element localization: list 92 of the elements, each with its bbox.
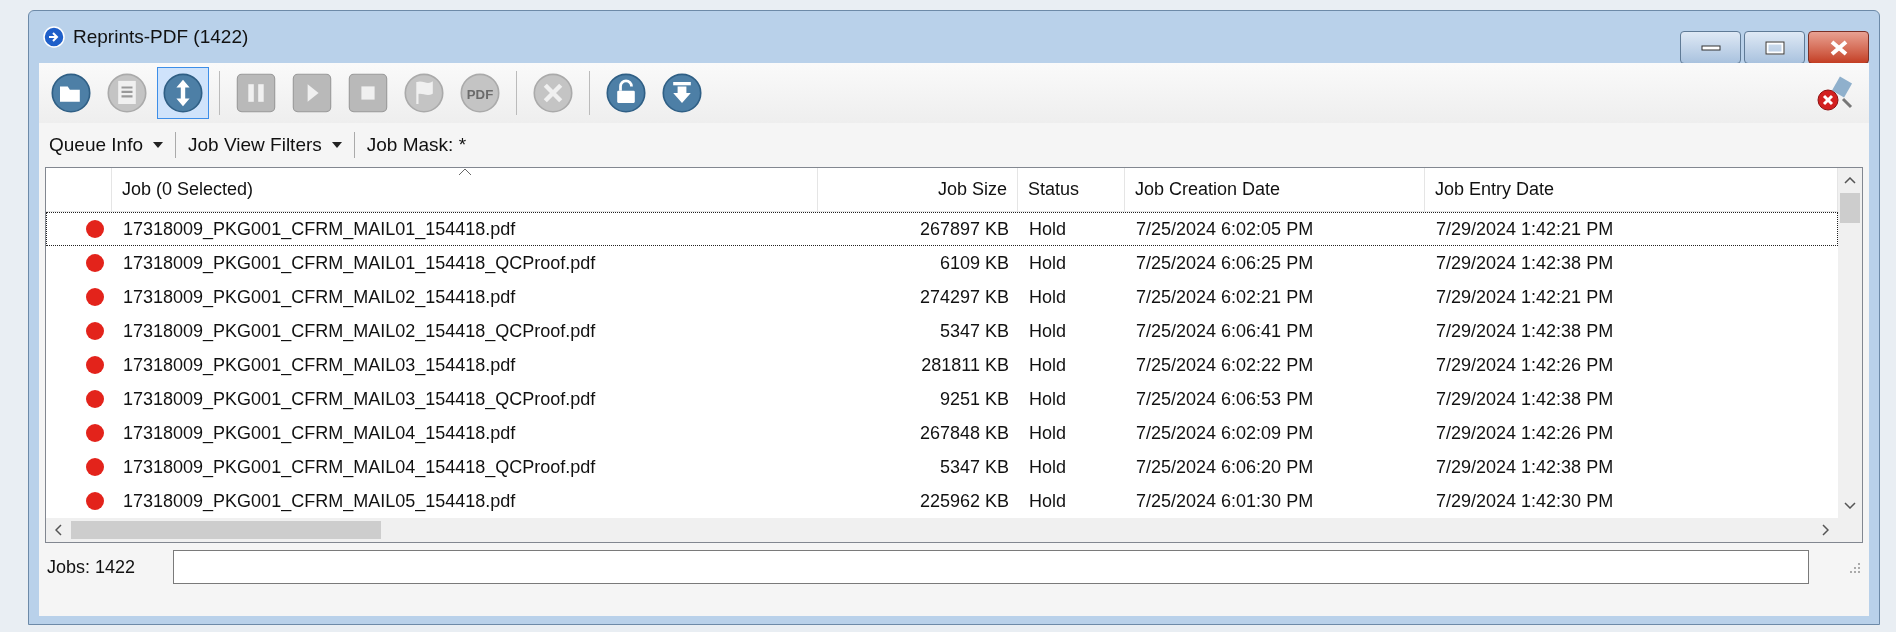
table-row[interactable]: 17318009_PKG001_CFRM_MAIL02_154418_QCProof.pdf 5347 KB Hold 7/25/2024 6:06:41 PM 7/29/2024 1:42:38 PM	[46, 314, 1838, 348]
table-row[interactable]: 17318009_PKG001_CFRM_MAIL01_154418_QCProof.pdf 6109 KB Hold 7/25/2024 6:06:25 PM 7/29/2024 1:42:38 PM	[46, 246, 1838, 280]
table-row[interactable]: 17318009_PKG001_CFRM_MAIL02_154418.pdf 274297 KB Hold 7/25/2024 6:02:21 PM 7/29/2024 1:42:21 PM	[46, 280, 1838, 314]
table-cell-text: 7/29/2024 1:42:38 PM	[1435, 319, 1615, 343]
document-icon	[105, 71, 149, 115]
table-cell-text: 17318009_PKG001_CFRM_MAIL02_154418.pdf	[122, 285, 517, 310]
table-cell-text: Hold	[1028, 251, 1068, 275]
minimize-button[interactable]	[1680, 31, 1741, 64]
table-cell-text: 17318009_PKG001_CFRM_MAIL05_154418.pdf	[122, 489, 517, 514]
table-cell-text: 7/29/2024 1:42:38 PM	[1435, 455, 1615, 479]
flag-icon	[402, 71, 446, 115]
caret-icon	[331, 142, 342, 148]
table-cell-text: 9251 KB	[938, 387, 1010, 411]
table-cell-text: 5347 KB	[938, 455, 1010, 479]
table-cell-text: 7/25/2024 6:02:05 PM	[1135, 217, 1315, 241]
table-cell-text: 7/29/2024 1:42:26 PM	[1435, 421, 1615, 445]
table-row[interactable]: 17318009_PKG001_CFRM_MAIL04_154418_QCProof.pdf 5347 KB Hold 7/25/2024 6:06:20 PM 7/29/2024 1:42:38 PM	[46, 450, 1838, 484]
column-header[interactable]: Status	[1018, 168, 1125, 211]
scroll-up-icon	[1844, 177, 1856, 184]
table-cell-text: 17318009_PKG001_CFRM_MAIL04_154418.pdf	[122, 421, 517, 446]
table-cell-text: 274297 KB	[918, 285, 1010, 309]
table-cell-text: 17318009_PKG001_CFRM_MAIL03_154418.pdf	[122, 353, 517, 378]
close-icon	[1828, 39, 1849, 56]
table-cell-text: 5347 KB	[938, 319, 1010, 343]
horizontal-scrollbar[interactable]	[46, 518, 1862, 542]
table-cell-text: 225962 KB	[918, 489, 1010, 513]
column-header[interactable]: Job Size	[818, 168, 1018, 211]
table-cell-text: 7/29/2024 1:42:26 PM	[1435, 353, 1615, 377]
dropdown-menu[interactable]: Job View Filters	[184, 130, 346, 160]
table-cell-text: 281811 KB	[920, 353, 1010, 377]
resize-grip-icon[interactable]	[1847, 560, 1861, 574]
table-cell-text: 6109 KB	[938, 251, 1010, 275]
table-cell-text: 7/29/2024 1:42:38 PM	[1435, 387, 1615, 411]
table-cell-text: 7/25/2024 6:06:25 PM	[1135, 251, 1315, 275]
table-cell-text: 17318009_PKG001_CFRM_MAIL02_154418_QCProof.pdf	[122, 319, 597, 344]
table-cell-text: Hold	[1028, 421, 1068, 445]
table-cell-text: Hold	[1028, 387, 1068, 411]
table-cell-text: 7/25/2024 6:02:22 PM	[1135, 353, 1315, 377]
column-header[interactable]: Job (0 Selected)	[112, 168, 818, 211]
window-title: Reprints-PDF (1422)	[73, 24, 249, 49]
table-cell-text: 7/25/2024 6:02:21 PM	[1135, 285, 1315, 309]
play-icon	[290, 71, 334, 115]
toolbar-button[interactable]	[157, 67, 209, 119]
jobs-count-label: Jobs: 1422	[47, 555, 136, 579]
unlock-icon	[604, 71, 648, 115]
minimize-icon	[1700, 44, 1721, 51]
table-cell-text: 17318009_PKG001_CFRM_MAIL01_154418_QCProof.pdf	[122, 251, 597, 276]
table-cell-text: 7/25/2024 6:02:09 PM	[1135, 421, 1315, 445]
caret-icon	[153, 142, 164, 148]
table-cell-text: 7/25/2024 6:06:41 PM	[1135, 319, 1315, 343]
column-header[interactable]: Job Creation Date	[1125, 168, 1425, 211]
scroll-down-icon	[1844, 502, 1856, 509]
table-cell-text: 7/25/2024 6:06:53 PM	[1135, 387, 1315, 411]
table-row[interactable]: 17318009_PKG001_CFRM_MAIL01_154418.pdf 267897 KB Hold 7/25/2024 6:02:05 PM 7/29/2024 1:42:21 PM	[46, 212, 1838, 246]
table-cell-text: 267848 KB	[918, 421, 1010, 445]
table-cell-text: Hold	[1028, 455, 1068, 479]
vertical-scrollbar[interactable]	[1838, 168, 1862, 518]
table-cell-text: Hold	[1028, 319, 1068, 343]
table-cell-text: 7/29/2024 1:42:38 PM	[1435, 251, 1615, 275]
close-button[interactable]	[1808, 31, 1869, 64]
table-cell-text: Hold	[1028, 489, 1068, 513]
scroll-thumb[interactable]	[71, 521, 381, 539]
pause-icon	[234, 71, 278, 115]
app-icon	[43, 26, 65, 48]
status-input-field[interactable]	[173, 550, 1809, 584]
scroll-right-icon	[1822, 524, 1829, 536]
table-row[interactable]: 17318009_PKG001_CFRM_MAIL05_154418.pdf 225962 KB Hold 7/25/2024 6:01:30 PM 7/29/2024 1:42:30 PM	[46, 484, 1838, 518]
table-row[interactable]: 17318009_PKG001_CFRM_MAIL03_154418_QCProof.pdf 9251 KB Hold 7/25/2024 6:06:53 PM 7/29/2024 1:42:38 PM	[46, 382, 1838, 416]
table-cell-text: Hold	[1028, 217, 1068, 241]
table-cell-text: 7/29/2024 1:42:21 PM	[1435, 285, 1615, 309]
maximize-icon	[1764, 40, 1785, 55]
table-cell-text: 7/25/2024 6:06:20 PM	[1135, 455, 1315, 479]
dropdown-menu[interactable]: Queue Info	[45, 130, 168, 160]
stop-icon	[346, 71, 390, 115]
table-cell-text: 7/29/2024 1:42:21 PM	[1435, 217, 1615, 241]
table-cell-text: 17318009_PKG001_CFRM_MAIL03_154418_QCProof.pdf	[122, 387, 597, 412]
cancel-icon	[531, 71, 575, 115]
table-row[interactable]: 17318009_PKG001_CFRM_MAIL03_154418.pdf 281811 KB Hold 7/25/2024 6:02:22 PM 7/29/2024 1:42:26 PM	[46, 348, 1838, 382]
table-row[interactable]: 17318009_PKG001_CFRM_MAIL04_154418.pdf 267848 KB Hold 7/25/2024 6:02:09 PM 7/29/2024 1:42:26 PM	[46, 416, 1838, 450]
download-icon	[660, 71, 704, 115]
scroll-left-icon	[55, 524, 62, 536]
table-cell-text: 267897 KB	[918, 217, 1010, 241]
job-mask-label: Job Mask: *	[365, 132, 468, 157]
table-cell-text: 7/25/2024 6:01:30 PM	[1135, 489, 1315, 513]
maximize-button[interactable]	[1744, 31, 1805, 64]
table-cell-text: Hold	[1028, 353, 1068, 377]
folder-icon	[49, 71, 93, 115]
table-cell-text: 7/29/2024 1:42:30 PM	[1435, 489, 1615, 513]
table-cell-text: Hold	[1028, 285, 1068, 309]
scroll-thumb[interactable]	[1840, 193, 1860, 223]
table-cell-text: 17318009_PKG001_CFRM_MAIL01_154418.pdf	[122, 217, 517, 242]
table-cell-text: 17318009_PKG001_CFRM_MAIL04_154418_QCProof.pdf	[122, 455, 597, 480]
